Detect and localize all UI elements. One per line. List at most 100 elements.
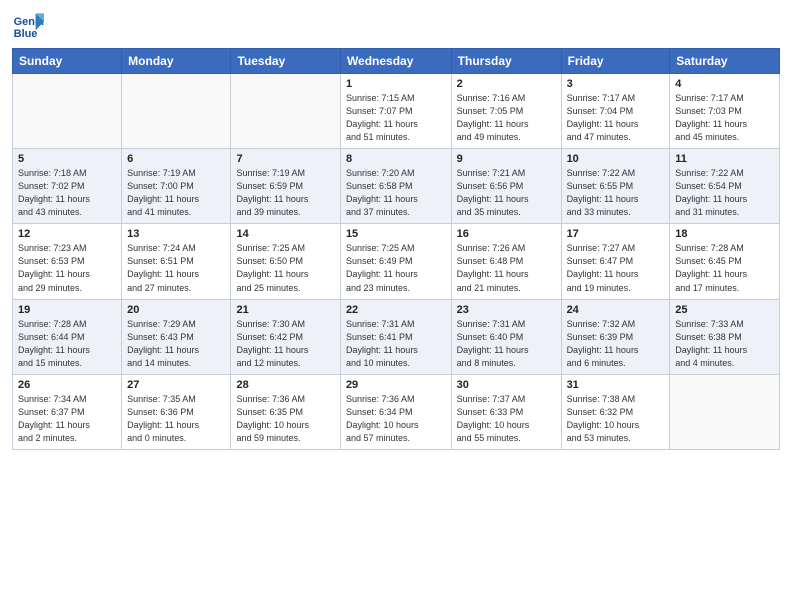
calendar-header-row: SundayMondayTuesdayWednesdayThursdayFrid… <box>13 49 780 74</box>
day-number: 30 <box>457 379 556 391</box>
calendar-cell: 11 Sunrise: 7:22 AM Sunset: 6:54 PM Dayli… <box>670 149 780 224</box>
day-info: Sunrise: 7:28 AM Sunset: 6:44 PM Dayligh… <box>18 318 116 370</box>
day-number: 14 <box>236 228 334 240</box>
day-info: Sunrise: 7:17 AM Sunset: 7:03 PM Dayligh… <box>675 92 774 144</box>
logo: General Blue <box>12 10 44 42</box>
calendar-week-row: 26 Sunrise: 7:34 AM Sunset: 6:37 PM Dayli… <box>13 374 780 449</box>
day-info: Sunrise: 7:15 AM Sunset: 7:07 PM Dayligh… <box>346 92 446 144</box>
day-info: Sunrise: 7:27 AM Sunset: 6:47 PM Dayligh… <box>567 242 665 294</box>
day-info: Sunrise: 7:37 AM Sunset: 6:33 PM Dayligh… <box>457 393 556 445</box>
calendar-cell: 17 Sunrise: 7:27 AM Sunset: 6:47 PM Dayli… <box>561 224 670 299</box>
calendar-cell: 21 Sunrise: 7:30 AM Sunset: 6:42 PM Dayli… <box>231 299 340 374</box>
calendar-cell: 13 Sunrise: 7:24 AM Sunset: 6:51 PM Dayli… <box>122 224 231 299</box>
calendar-cell: 30 Sunrise: 7:37 AM Sunset: 6:33 PM Dayli… <box>451 374 561 449</box>
logo-icon: General Blue <box>12 10 44 42</box>
day-number: 5 <box>18 153 116 165</box>
calendar-cell: 24 Sunrise: 7:32 AM Sunset: 6:39 PM Dayli… <box>561 299 670 374</box>
calendar-cell: 20 Sunrise: 7:29 AM Sunset: 6:43 PM Dayli… <box>122 299 231 374</box>
calendar-cell: 2Sunrise: 7:16 AM Sunset: 7:05 PM Daylig… <box>451 74 561 149</box>
day-number: 10 <box>567 153 665 165</box>
col-header-tuesday: Tuesday <box>231 49 340 74</box>
calendar-cell: 6 Sunrise: 7:19 AM Sunset: 7:00 PM Daylig… <box>122 149 231 224</box>
col-header-friday: Friday <box>561 49 670 74</box>
calendar-cell: 14Sunrise: 7:25 AM Sunset: 6:50 PM Dayli… <box>231 224 340 299</box>
day-number: 4 <box>675 78 774 90</box>
day-info: Sunrise: 7:22 AM Sunset: 6:54 PM Dayligh… <box>675 167 774 219</box>
day-info: Sunrise: 7:24 AM Sunset: 6:51 PM Dayligh… <box>127 242 225 294</box>
day-info: Sunrise: 7:38 AM Sunset: 6:32 PM Dayligh… <box>567 393 665 445</box>
day-number: 17 <box>567 228 665 240</box>
day-info: Sunrise: 7:26 AM Sunset: 6:48 PM Dayligh… <box>457 242 556 294</box>
col-header-sunday: Sunday <box>13 49 122 74</box>
day-info: Sunrise: 7:28 AM Sunset: 6:45 PM Dayligh… <box>675 242 774 294</box>
day-number: 6 <box>127 153 225 165</box>
calendar-cell: 12Sunrise: 7:23 AM Sunset: 6:53 PM Dayli… <box>13 224 122 299</box>
day-number: 9 <box>457 153 556 165</box>
day-number: 28 <box>236 379 334 391</box>
col-header-thursday: Thursday <box>451 49 561 74</box>
day-number: 19 <box>18 304 116 316</box>
calendar-cell: 16 Sunrise: 7:26 AM Sunset: 6:48 PM Dayli… <box>451 224 561 299</box>
col-header-monday: Monday <box>122 49 231 74</box>
day-number: 8 <box>346 153 446 165</box>
calendar-cell <box>122 74 231 149</box>
calendar-cell: 27Sunrise: 7:35 AM Sunset: 6:36 PM Dayli… <box>122 374 231 449</box>
calendar-cell: 23Sunrise: 7:31 AM Sunset: 6:40 PM Dayli… <box>451 299 561 374</box>
calendar-cell: 19 Sunrise: 7:28 AM Sunset: 6:44 PM Dayli… <box>13 299 122 374</box>
day-info: Sunrise: 7:32 AM Sunset: 6:39 PM Dayligh… <box>567 318 665 370</box>
header: General Blue <box>12 10 780 42</box>
day-info: Sunrise: 7:17 AM Sunset: 7:04 PM Dayligh… <box>567 92 665 144</box>
page: General Blue SundayMondayTuesdayWednesda… <box>0 0 792 612</box>
calendar-cell: 1 Sunrise: 7:15 AM Sunset: 7:07 PM Daylig… <box>340 74 451 149</box>
calendar-week-row: 5 Sunrise: 7:18 AM Sunset: 7:02 PM Daylig… <box>13 149 780 224</box>
day-info: Sunrise: 7:25 AM Sunset: 6:49 PM Dayligh… <box>346 242 446 294</box>
day-number: 18 <box>675 228 774 240</box>
day-info: Sunrise: 7:29 AM Sunset: 6:43 PM Dayligh… <box>127 318 225 370</box>
day-number: 1 <box>346 78 446 90</box>
calendar-cell: 9 Sunrise: 7:21 AM Sunset: 6:56 PM Daylig… <box>451 149 561 224</box>
calendar-table: SundayMondayTuesdayWednesdayThursdayFrid… <box>12 48 780 450</box>
day-number: 24 <box>567 304 665 316</box>
day-number: 7 <box>236 153 334 165</box>
calendar-cell: 31 Sunrise: 7:38 AM Sunset: 6:32 PM Dayli… <box>561 374 670 449</box>
day-info: Sunrise: 7:31 AM Sunset: 6:40 PM Dayligh… <box>457 318 556 370</box>
day-info: Sunrise: 7:19 AM Sunset: 6:59 PM Dayligh… <box>236 167 334 219</box>
day-number: 20 <box>127 304 225 316</box>
calendar-cell <box>670 374 780 449</box>
day-number: 21 <box>236 304 334 316</box>
day-info: Sunrise: 7:18 AM Sunset: 7:02 PM Dayligh… <box>18 167 116 219</box>
col-header-saturday: Saturday <box>670 49 780 74</box>
day-info: Sunrise: 7:34 AM Sunset: 6:37 PM Dayligh… <box>18 393 116 445</box>
calendar-cell: 22 Sunrise: 7:31 AM Sunset: 6:41 PM Dayli… <box>340 299 451 374</box>
day-number: 11 <box>675 153 774 165</box>
calendar-cell: 18 Sunrise: 7:28 AM Sunset: 6:45 PM Dayli… <box>670 224 780 299</box>
calendar-cell: 15 Sunrise: 7:25 AM Sunset: 6:49 PM Dayli… <box>340 224 451 299</box>
day-info: Sunrise: 7:30 AM Sunset: 6:42 PM Dayligh… <box>236 318 334 370</box>
day-number: 26 <box>18 379 116 391</box>
day-info: Sunrise: 7:35 AM Sunset: 6:36 PM Dayligh… <box>127 393 225 445</box>
calendar-cell: 28Sunrise: 7:36 AM Sunset: 6:35 PM Dayli… <box>231 374 340 449</box>
day-number: 31 <box>567 379 665 391</box>
day-number: 3 <box>567 78 665 90</box>
calendar-week-row: 12Sunrise: 7:23 AM Sunset: 6:53 PM Dayli… <box>13 224 780 299</box>
day-info: Sunrise: 7:21 AM Sunset: 6:56 PM Dayligh… <box>457 167 556 219</box>
day-info: Sunrise: 7:20 AM Sunset: 6:58 PM Dayligh… <box>346 167 446 219</box>
day-info: Sunrise: 7:33 AM Sunset: 6:38 PM Dayligh… <box>675 318 774 370</box>
day-number: 16 <box>457 228 556 240</box>
day-number: 12 <box>18 228 116 240</box>
day-info: Sunrise: 7:36 AM Sunset: 6:34 PM Dayligh… <box>346 393 446 445</box>
day-info: Sunrise: 7:22 AM Sunset: 6:55 PM Dayligh… <box>567 167 665 219</box>
calendar-cell: 10 Sunrise: 7:22 AM Sunset: 6:55 PM Dayli… <box>561 149 670 224</box>
day-number: 22 <box>346 304 446 316</box>
day-number: 15 <box>346 228 446 240</box>
day-number: 13 <box>127 228 225 240</box>
day-info: Sunrise: 7:31 AM Sunset: 6:41 PM Dayligh… <box>346 318 446 370</box>
calendar-cell <box>231 74 340 149</box>
calendar-cell: 3 Sunrise: 7:17 AM Sunset: 7:04 PM Daylig… <box>561 74 670 149</box>
calendar-cell: 4 Sunrise: 7:17 AM Sunset: 7:03 PM Daylig… <box>670 74 780 149</box>
calendar-cell: 8 Sunrise: 7:20 AM Sunset: 6:58 PM Daylig… <box>340 149 451 224</box>
col-header-wednesday: Wednesday <box>340 49 451 74</box>
calendar-week-row: 19 Sunrise: 7:28 AM Sunset: 6:44 PM Dayli… <box>13 299 780 374</box>
svg-text:Blue: Blue <box>14 28 38 40</box>
day-info: Sunrise: 7:19 AM Sunset: 7:00 PM Dayligh… <box>127 167 225 219</box>
